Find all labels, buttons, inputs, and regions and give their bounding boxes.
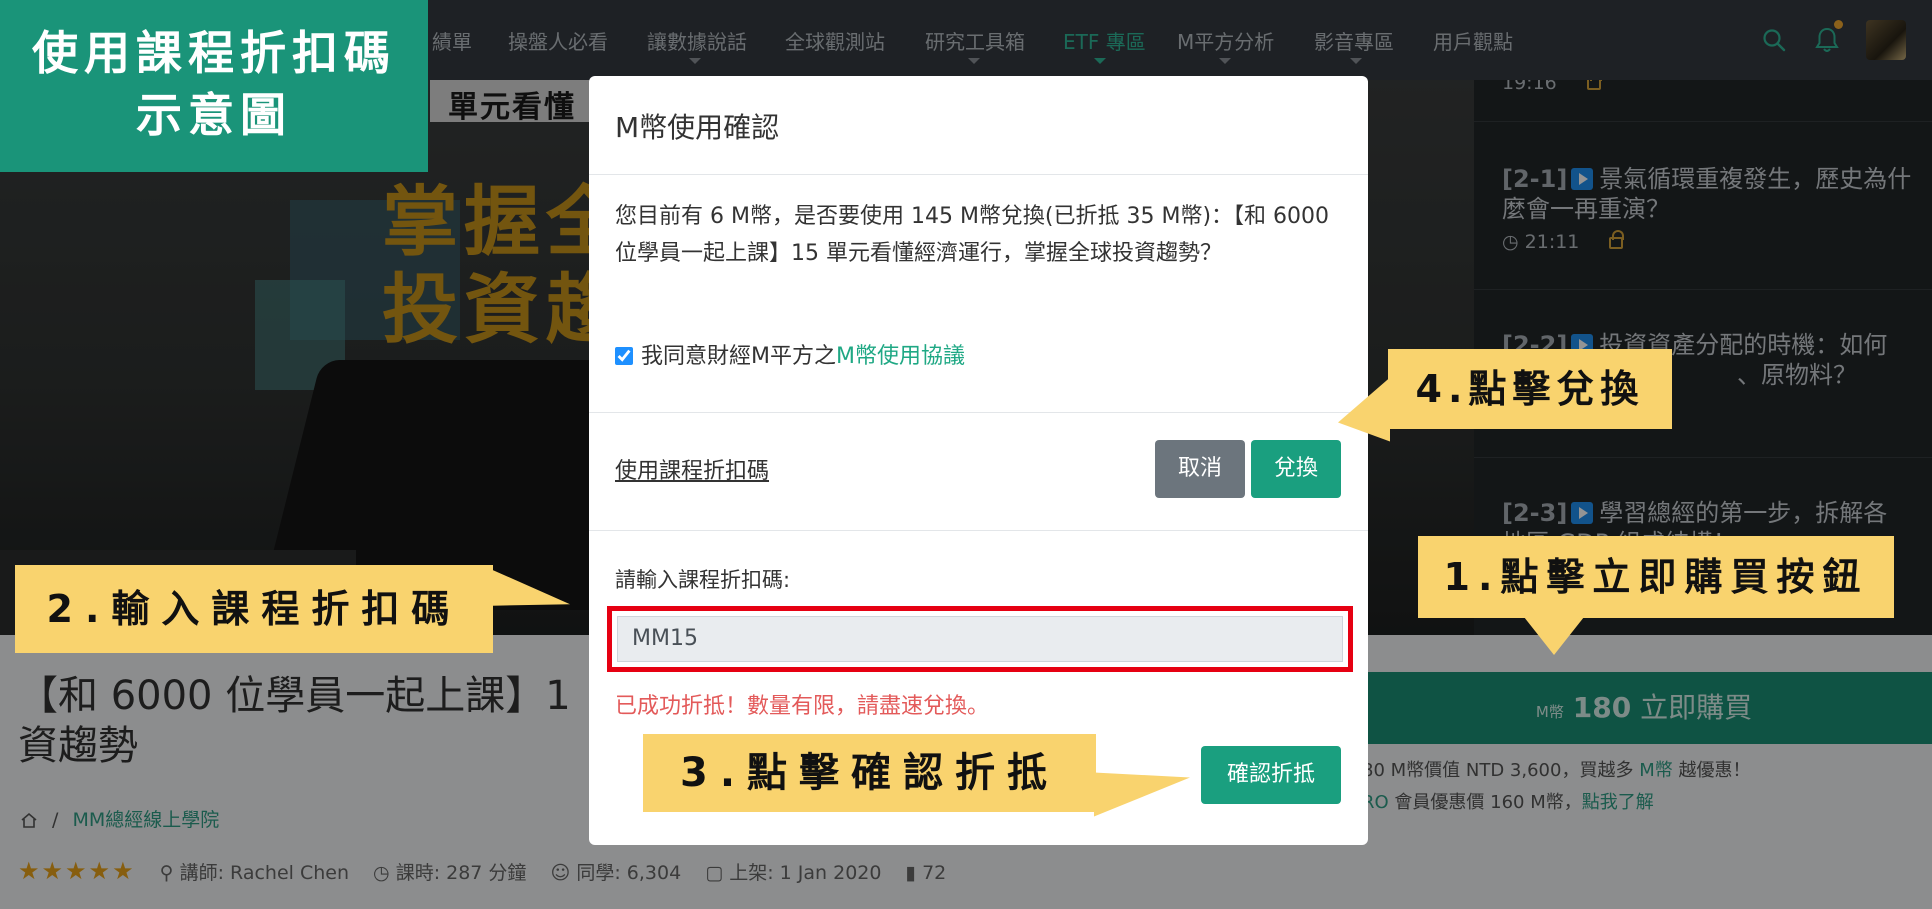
discount-success-message: 已成功折抵！數量有限，請盡速兌換。 <box>615 694 990 719</box>
callout-arrow <box>1338 377 1390 455</box>
coin-confirm-modal: M幣使用確認 您目前有 6 M幣，是否要使用 145 M幣兌換(已折抵 35 M… <box>589 76 1368 845</box>
callout-arrow <box>1524 617 1584 655</box>
callout-step-2: 2.輸入課程折扣碼 <box>15 565 493 653</box>
callout-step-4: 4.點擊兌換 <box>1388 349 1672 429</box>
modal-message: 您目前有 6 M幣，是否要使用 145 M幣兌換(已折抵 35 M幣)：【和 6… <box>615 204 1330 266</box>
use-discount-code-link[interactable]: 使用課程折扣碼 <box>615 453 769 485</box>
modal-title: M幣使用確認 <box>615 111 780 144</box>
cancel-button[interactable]: 取消 <box>1155 440 1245 498</box>
redeem-button[interactable]: 兌換 <box>1251 440 1341 498</box>
agree-checkbox-row[interactable]: 我同意財經M平方之M幣使用協議 <box>615 338 965 370</box>
divider <box>589 174 1368 175</box>
discount-code-highlight: MM15 <box>607 606 1353 672</box>
divider <box>589 412 1368 413</box>
coin-agreement-link[interactable]: M幣使用協議 <box>836 344 965 369</box>
divider <box>589 530 1368 531</box>
callout-step-3: 3.點擊確認折抵 <box>643 734 1096 812</box>
discount-code-input[interactable]: MM15 <box>617 616 1343 662</box>
discount-code-label: 請輸入課程折扣碼: <box>615 568 791 592</box>
agree-checkbox[interactable] <box>615 347 633 365</box>
title-tag: 使用課程折扣碼 示意圖 <box>0 0 428 172</box>
callout-step-1: 1.點擊立即購買按鈕 <box>1418 536 1894 618</box>
confirm-discount-button[interactable]: 確認折抵 <box>1201 746 1341 804</box>
